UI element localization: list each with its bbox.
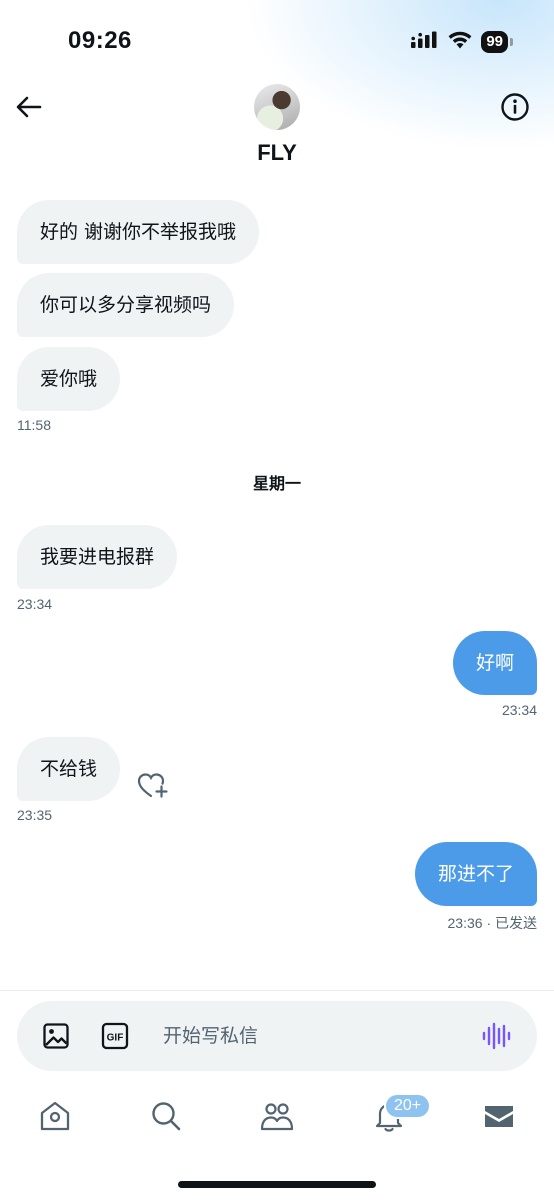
- message-bubble-outgoing[interactable]: 好啊: [452, 631, 537, 695]
- add-reaction-heart-icon[interactable]: [136, 770, 170, 800]
- battery-indicator: 99: [481, 30, 513, 53]
- communities-icon[interactable]: [259, 1098, 295, 1134]
- message-timestamp: 23:35: [17, 807, 53, 823]
- message-composer[interactable]: GIF 开始写私信: [17, 1001, 537, 1071]
- day-separator: 星期一: [252, 474, 301, 493]
- notifications-badge: 20+: [384, 1093, 432, 1119]
- voice-message-icon[interactable]: [481, 1021, 511, 1051]
- message-timestamp-sent: 23:36 · 已发送: [447, 915, 537, 931]
- message-bubble-incoming[interactable]: 好的 谢谢你不举报我哦: [17, 200, 260, 264]
- contact-name[interactable]: FLY: [0, 140, 554, 166]
- cellular-signal-icon: [411, 31, 439, 53]
- messages-envelope-icon[interactable]: [481, 1098, 517, 1134]
- home-icon[interactable]: [37, 1098, 73, 1134]
- home-indicator: [178, 1181, 376, 1188]
- gif-icon-label: GIF: [107, 1033, 124, 1044]
- message-bubble-incoming[interactable]: 不给钱: [17, 737, 121, 801]
- status-time: 09:26: [68, 27, 132, 54]
- gif-icon[interactable]: GIF: [101, 1022, 129, 1050]
- message-timestamp: 23:34: [17, 596, 53, 612]
- composer-divider: [0, 990, 554, 991]
- message-bubble-outgoing[interactable]: 那进不了: [414, 842, 537, 906]
- message-bubble-incoming[interactable]: 爱你哦: [17, 347, 121, 411]
- dm-conversation-screen: 09:26 99 FLY 好的 谢谢你不举报我哦 你可以多分享视频吗 爱你哦 1…: [0, 0, 554, 1200]
- message-bubble-incoming[interactable]: 我要进电报群: [17, 525, 178, 589]
- message-timestamp: 23:34: [501, 702, 537, 718]
- contact-avatar[interactable]: [254, 84, 300, 130]
- status-icons: 99: [411, 30, 513, 53]
- info-icon[interactable]: [500, 92, 530, 122]
- image-icon[interactable]: [41, 1021, 71, 1051]
- message-bubble-incoming[interactable]: 你可以多分享视频吗: [17, 273, 235, 337]
- message-timestamp: 11:58: [17, 417, 51, 433]
- back-arrow-icon[interactable]: [14, 92, 44, 122]
- search-icon[interactable]: [148, 1098, 184, 1134]
- message-input[interactable]: 开始写私信: [163, 1001, 258, 1071]
- wifi-icon: [447, 30, 473, 53]
